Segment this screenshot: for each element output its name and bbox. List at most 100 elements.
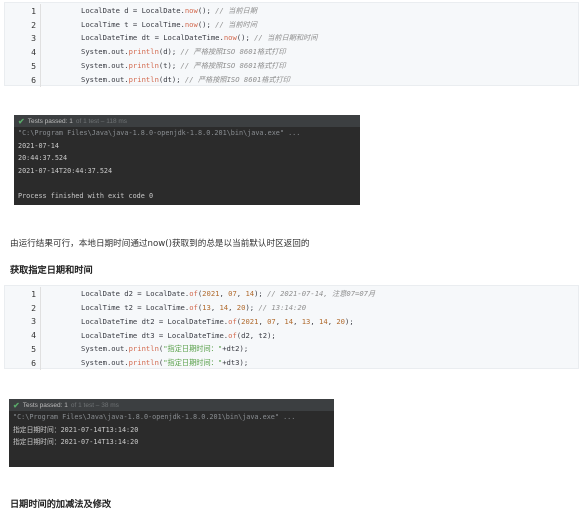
code-token: 20 bbox=[336, 316, 345, 326]
check-icon: ✔ bbox=[13, 400, 20, 410]
console-output-2: ✔ Tests passed: 1 of 1 test – 38 ms "C:\… bbox=[9, 399, 334, 467]
code-token: 14 bbox=[319, 316, 328, 326]
code-token: 07 bbox=[267, 316, 276, 326]
console-output-line: 指定日期时间：2021-07-14T13:14:20 bbox=[13, 425, 139, 434]
code-token: "指定日期时间：" bbox=[163, 357, 223, 367]
code-token: +dt3); bbox=[222, 357, 249, 367]
code-line: 6 System.out.println(dt); // 严格按照ISO 8601… bbox=[5, 72, 578, 87]
code-line: 4 LocalDateTime dt3 = LocalDateTime.of(d2… bbox=[5, 328, 578, 343]
code-text: LocalDateTime dt3 = LocalDateTime.of(d2,… bbox=[41, 331, 276, 340]
tests-passed-label: Tests passed: 1 bbox=[22, 401, 68, 409]
line-number: 3 bbox=[5, 314, 41, 329]
code-text: LocalDateTime dt = LocalDateTime.now(); … bbox=[41, 33, 317, 43]
code-token: println bbox=[128, 344, 159, 354]
code-token: (dt); bbox=[158, 74, 185, 84]
code-token: println bbox=[128, 74, 159, 84]
code-token: now bbox=[184, 19, 198, 29]
line-number: 6 bbox=[5, 355, 41, 370]
tests-passed-label: Tests passed: 1 bbox=[27, 117, 73, 125]
code-token: // 严格按照ISO 8601格式打印 bbox=[180, 61, 286, 71]
code-token: 14 bbox=[219, 303, 229, 313]
code-text: LocalDate d = LocalDate.now(); // 当前日期 bbox=[41, 6, 257, 16]
code-token: of bbox=[228, 330, 237, 340]
code-token: (); bbox=[197, 5, 216, 15]
code-token: 14 bbox=[245, 288, 255, 298]
section-heading: 日期时间的加减法及修改 bbox=[10, 499, 112, 510]
paragraph: 由运行结果可行，本地日期时间通过now()获取到的总是以当前默认时区返回的 bbox=[10, 239, 310, 249]
code-block-1: 1 LocalDate d = LocalDate.now(); // 当前日期 2… bbox=[4, 2, 579, 87]
line-number: 2 bbox=[5, 17, 41, 32]
code-token: LocalDateTime dt2 = LocalDateTime. bbox=[81, 316, 229, 326]
code-token: LocalDate d2 = LocalDate. bbox=[81, 288, 190, 298]
code-token: of bbox=[189, 303, 198, 313]
line-number: 6 bbox=[5, 72, 41, 87]
tests-detail: of 1 test – 118 ms bbox=[75, 117, 128, 125]
code-token: (d); bbox=[158, 47, 181, 57]
code-token: 2021 bbox=[241, 316, 259, 326]
code-block-1-lines: 1 LocalDate d = LocalDate.now(); // 当前日期 2… bbox=[5, 4, 578, 87]
code-token: System.out. bbox=[81, 47, 129, 57]
code-token: (); bbox=[236, 33, 255, 43]
line-number: 5 bbox=[5, 342, 41, 356]
code-token: System.out. bbox=[81, 357, 129, 367]
tests-detail: of 1 test – 38 ms bbox=[70, 401, 119, 409]
code-text: System.out.println("指定日期时间："+dt3); bbox=[41, 358, 248, 368]
code-token: println bbox=[128, 357, 159, 367]
console-lines: 指定日期时间：2021-07-14T13:14:20 指定日期时间：2021-07… bbox=[9, 424, 334, 449]
code-line: 1 LocalDate d = LocalDate.now(); // 当前日期 bbox=[5, 4, 578, 18]
code-token: , bbox=[293, 316, 302, 326]
code-token: // 当前日期和时间 bbox=[254, 33, 318, 43]
code-token: , bbox=[258, 316, 268, 326]
code-token: (t); bbox=[158, 61, 181, 71]
console-output-line: 2021-07-14 bbox=[18, 141, 59, 150]
code-token: now bbox=[223, 33, 237, 43]
code-token: 07 bbox=[228, 288, 237, 298]
code-token: ); bbox=[254, 288, 268, 298]
code-token: System.out. bbox=[81, 344, 129, 354]
code-token: "指定日期时间：" bbox=[163, 344, 223, 354]
console-lines: 2021-07-14 20:44:37.524 2021-07-14T20:44:3… bbox=[14, 140, 360, 203]
code-line: 6 System.out.println("指定日期时间："+dt3); bbox=[5, 355, 578, 370]
code-token: LocalDate d = LocalDate. bbox=[81, 5, 185, 15]
console-command: "C:\Program Files\Java\java-1.8.0-openjd… bbox=[13, 413, 296, 421]
code-token: // 严格按照ISO 8601格式打印 bbox=[180, 47, 286, 57]
line-number: 1 bbox=[5, 287, 41, 301]
code-text: System.out.println(t); // 严格按照ISO 8601格式… bbox=[41, 61, 286, 71]
code-token: LocalTime t2 = LocalTime. bbox=[81, 303, 190, 313]
code-token: (); bbox=[197, 19, 216, 29]
console-output-line: Process finished with exit code 0 bbox=[18, 191, 154, 200]
check-icon: ✔ bbox=[18, 116, 25, 126]
code-text: LocalTime t2 = LocalTime.of(13, 14, 20);… bbox=[41, 303, 306, 312]
code-token: System.out. bbox=[81, 61, 129, 71]
code-token: // 13:14:20 bbox=[258, 303, 307, 313]
code-text: LocalTime t = LocalTime.now(); // 当前时间 bbox=[41, 20, 257, 30]
code-token: // 严格按照ISO 8601格式打印 bbox=[184, 74, 290, 84]
code-token: , bbox=[219, 288, 229, 298]
code-text: System.out.println(dt); // 严格按照ISO 8601格… bbox=[41, 75, 290, 85]
code-line: 2 LocalTime t2 = LocalTime.of(13, 14, 20)… bbox=[5, 300, 578, 315]
code-token: of bbox=[189, 288, 198, 298]
code-line: 3 LocalDateTime dt = LocalDateTime.now();… bbox=[5, 31, 578, 46]
code-token: , bbox=[310, 316, 320, 326]
code-block-2-lines: 1 LocalDate d2 = LocalDate.of(2021, 07, 1… bbox=[5, 287, 578, 370]
code-token: 2021 bbox=[202, 288, 220, 298]
code-token: // 当前日期 bbox=[215, 5, 257, 15]
code-token: 14 bbox=[284, 316, 294, 326]
code-line: 3 LocalDateTime dt2 = LocalDateTime.of(20… bbox=[5, 314, 578, 329]
console-output-line: 20:44:37.524 bbox=[18, 154, 68, 163]
code-token: (d2, t2); bbox=[236, 330, 276, 340]
line-number: 4 bbox=[5, 45, 41, 60]
console-tab-bar[interactable]: ✔ Tests passed: 1 of 1 test – 38 ms bbox=[9, 399, 334, 411]
console-output-line: 2021-07-14T20:44:37.524 bbox=[18, 166, 113, 175]
code-token: ); bbox=[345, 316, 354, 326]
line-number: 5 bbox=[5, 59, 41, 73]
code-token: ); bbox=[245, 303, 259, 313]
code-line: 5 System.out.println("指定日期时间："+dt2); bbox=[5, 342, 578, 356]
code-token: , bbox=[228, 303, 237, 313]
code-token: // 当前时间 bbox=[215, 19, 257, 29]
code-text: LocalDateTime dt2 = LocalDateTime.of(202… bbox=[41, 317, 354, 326]
line-number: 2 bbox=[5, 300, 41, 315]
console-tab-bar[interactable]: ✔ Tests passed: 1 of 1 test – 118 ms bbox=[14, 115, 360, 127]
line-number: 3 bbox=[5, 31, 41, 46]
